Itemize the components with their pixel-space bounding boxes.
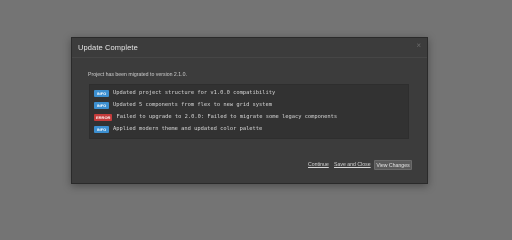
migration-message: Project has been migrated to version 2.1… — [88, 72, 187, 78]
titlebar-divider — [72, 57, 427, 58]
close-icon[interactable]: × — [416, 42, 421, 50]
log-entry-text: Applied modern theme and updated color p… — [113, 126, 263, 132]
dialog-title: Update Complete — [78, 43, 138, 52]
log-entry-text: Updated project structure for v1.0.0 com… — [113, 90, 276, 96]
info-badge: INFO — [94, 125, 109, 133]
log-entry-text: Updated 5 components from flex to new gr… — [113, 102, 273, 108]
migration-log: INFO Updated project structure for v1.0.… — [89, 84, 409, 139]
log-entry: INFO Updated 5 components from flex to n… — [94, 101, 272, 109]
log-entry: INFO Applied modern theme and updated co… — [94, 125, 262, 133]
dialog-titlebar: Update Complete × — [72, 38, 427, 57]
log-entry: INFO Updated project structure for v1.0.… — [94, 89, 275, 97]
update-complete-dialog: Update Complete × Project has been migra… — [71, 37, 428, 184]
error-badge: ERROR — [94, 113, 113, 121]
info-badge: INFO — [94, 89, 109, 97]
log-entry-text: Failed to upgrade to 2.0.0: Failed to mi… — [116, 114, 338, 120]
log-entry: ERROR Failed to upgrade to 2.0.0: Failed… — [94, 113, 337, 121]
view-changes-button[interactable]: View Changes — [374, 160, 412, 170]
info-badge: INFO — [94, 101, 109, 109]
continue-link[interactable]: Continue — [308, 162, 329, 168]
save-and-close-link[interactable]: Save and Close — [334, 162, 371, 168]
